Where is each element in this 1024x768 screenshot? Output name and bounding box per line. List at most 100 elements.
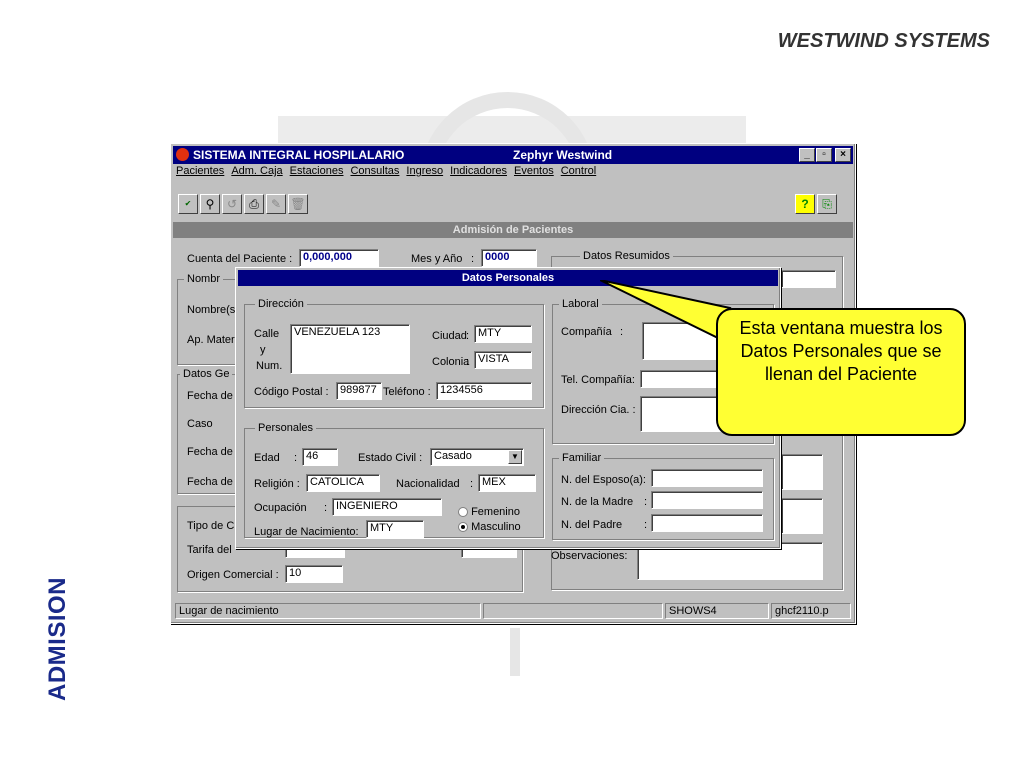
- menu-estaciones[interactable]: Estaciones: [290, 165, 344, 177]
- restore-icon[interactable]: ▫: [816, 148, 832, 162]
- colonia-label: Colonia: [432, 356, 470, 368]
- cuenta-label: Cuenta del Paciente :: [187, 253, 293, 265]
- window-subtitle: Zephyr Westwind: [513, 148, 613, 162]
- origen-label: Origen Comercial :: [187, 569, 279, 581]
- resumen-field-2[interactable]: [781, 454, 823, 490]
- title-bar[interactable]: SISTEMA INTEGRAL HOSPILALARIO Zephyr Wes…: [173, 146, 853, 164]
- menu-ingreso[interactable]: Ingreso: [406, 165, 443, 177]
- tel-compania-field[interactable]: [640, 370, 722, 388]
- madre-field[interactable]: [651, 491, 763, 509]
- masculino-radio[interactable]: [458, 522, 468, 533]
- calle-field[interactable]: VENEZUELA 123: [290, 324, 410, 374]
- status-mid: SHOWS4: [665, 603, 769, 619]
- padre-colon: :: [644, 519, 648, 531]
- tel-compania-label: Tel. Compañía:: [561, 374, 635, 386]
- tel-label: Teléfono :: [383, 386, 431, 398]
- estado-civil-select[interactable]: Casado ▼: [430, 448, 524, 466]
- callout-note: Esta ventana muestra los Datos Personale…: [716, 308, 966, 436]
- search-icon[interactable]: ⚲: [200, 194, 220, 214]
- personales-title: Personales: [255, 422, 317, 434]
- femenino-option[interactable]: Femenino: [458, 506, 520, 518]
- ocupacion-colon: :: [324, 502, 328, 514]
- mes-field[interactable]: 0000: [481, 249, 537, 267]
- y-label: y: [260, 344, 266, 356]
- datos-ge-title: Datos Ge: [180, 368, 233, 380]
- edit-icon[interactable]: ✎: [266, 194, 286, 214]
- religion-label: Religión :: [254, 478, 300, 490]
- nacionalidad-field[interactable]: MEX: [478, 474, 536, 492]
- menu-bar: Pacientes Adm. Caja Estaciones Consultas Ing…: [173, 165, 853, 183]
- undo-icon[interactable]: ↺: [222, 194, 242, 214]
- edad-label: Edad: [254, 452, 280, 464]
- nombre-group-title: Nombr: [184, 273, 224, 285]
- help-icon[interactable]: ?: [795, 194, 815, 214]
- side-label-text: ADMISION: [44, 577, 71, 701]
- menu-adm-caja[interactable]: Adm. Caja: [231, 165, 282, 177]
- exit-door-icon[interactable]: ⎘: [817, 194, 837, 214]
- nombres-label: Nombre(s): [187, 304, 239, 316]
- status-right: ghcf2110.p: [771, 603, 851, 619]
- nacionalidad-label: Nacionalidad: [396, 478, 460, 490]
- ciudad-field[interactable]: MTY: [474, 325, 532, 343]
- femenino-radio[interactable]: [458, 507, 468, 518]
- edad-field[interactable]: 46: [302, 448, 338, 466]
- masculino-option[interactable]: Masculino: [458, 521, 521, 533]
- app-icon: [176, 148, 189, 161]
- status-empty: [483, 603, 663, 619]
- padre-field[interactable]: [651, 514, 763, 532]
- status-bar: Lugar de nacimiento SHOWS4 ghcf2110.p: [173, 602, 853, 620]
- print-icon[interactable]: ⎙: [244, 194, 264, 214]
- ok-check-icon[interactable]: ✔: [178, 194, 198, 214]
- colonia-colon: :: [466, 356, 470, 368]
- ocupacion-field[interactable]: INGENIERO: [332, 498, 442, 516]
- nacionalidad-colon: :: [470, 478, 474, 490]
- dir-cia-field[interactable]: [640, 396, 722, 432]
- delete-icon[interactable]: 🗑: [288, 194, 308, 214]
- window-title: SISTEMA INTEGRAL HOSPILALARIO: [193, 148, 405, 162]
- masculino-label: Masculino: [471, 521, 521, 533]
- cp-field[interactable]: 989877: [336, 382, 382, 400]
- minimize-icon[interactable]: _: [799, 148, 815, 162]
- resumen-field-3[interactable]: [781, 498, 823, 534]
- madre-colon: :: [644, 496, 648, 508]
- menu-pacientes[interactable]: Pacientes: [176, 165, 224, 177]
- side-label: ADMISION: [38, 565, 78, 725]
- estado-civil-value: Casado: [434, 450, 472, 462]
- status-left: Lugar de nacimiento: [175, 603, 481, 619]
- brand-title: WESTWIND SYSTEMS: [777, 30, 990, 52]
- cuenta-field[interactable]: 0,000,000: [299, 249, 379, 267]
- lugar-field[interactable]: MTY: [366, 520, 424, 538]
- menu-consultas[interactable]: Consultas: [350, 165, 399, 177]
- resumen-field-1[interactable]: [781, 270, 836, 288]
- padre-label: N. del Padre: [561, 519, 623, 531]
- chevron-down-icon[interactable]: ▼: [508, 450, 522, 464]
- menu-control[interactable]: Control: [561, 165, 596, 177]
- laboral-title: Laboral: [559, 298, 602, 310]
- close-icon[interactable]: ×: [835, 148, 851, 162]
- madre-label: N. de la Madre: [561, 496, 634, 508]
- fecha-de-label-3: Fecha de: [187, 476, 233, 488]
- menu-indicadores[interactable]: Indicadores: [450, 165, 507, 177]
- edad-colon: :: [294, 452, 298, 464]
- esposo-field[interactable]: [651, 469, 763, 487]
- mes-colon: :: [471, 253, 475, 265]
- section-band: Admisión de Pacientes: [173, 222, 853, 238]
- tel-field[interactable]: 1234556: [436, 382, 532, 400]
- ciudad-label: Ciudad: [432, 330, 467, 342]
- ciudad-colon: :: [466, 330, 470, 342]
- menu-eventos[interactable]: Eventos: [514, 165, 554, 177]
- mes-label: Mes y Año: [411, 253, 463, 265]
- origen-field[interactable]: 10: [285, 565, 343, 583]
- religion-field[interactable]: CATOLICA: [306, 474, 380, 492]
- femenino-label: Femenino: [471, 506, 520, 518]
- estado-civil-label: Estado Civil :: [358, 452, 423, 464]
- watermark-stem: [510, 628, 520, 676]
- num-label: Num.: [256, 360, 283, 372]
- direccion-title: Dirección: [255, 298, 307, 310]
- colonia-field[interactable]: VISTA: [474, 351, 532, 369]
- resumidos-title: Datos Resumidos: [580, 250, 673, 262]
- lugar-label: Lugar de Nacimiento:: [254, 526, 359, 538]
- fecha-de-label-2: Fecha de: [187, 446, 233, 458]
- familiar-title: Familiar: [559, 452, 605, 464]
- calle-label: Calle: [254, 328, 280, 340]
